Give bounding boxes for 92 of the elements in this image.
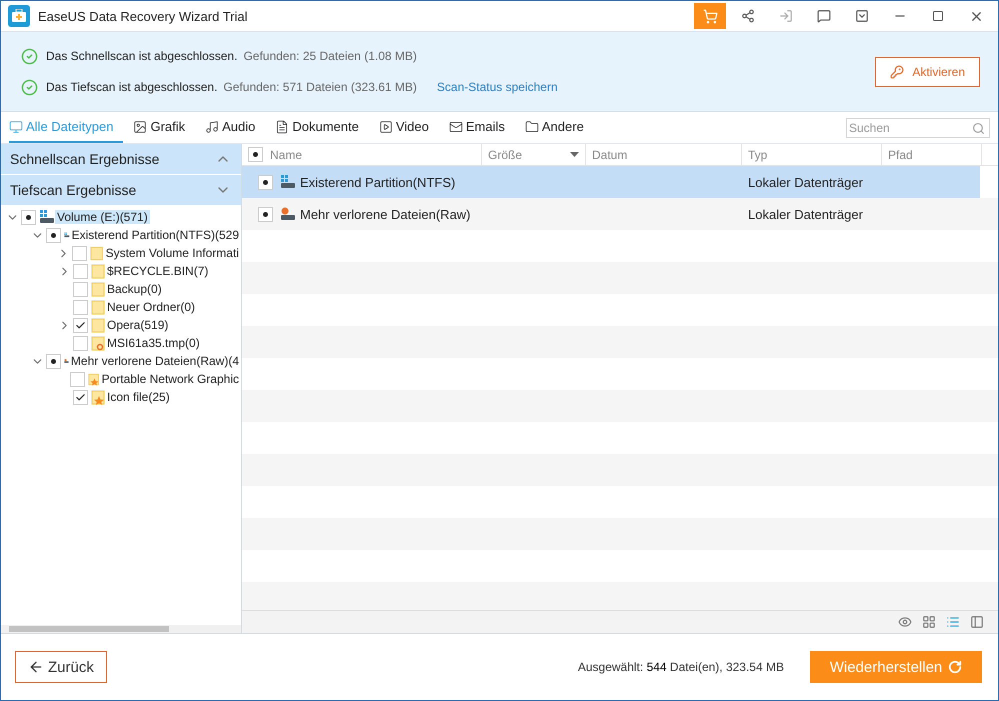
folder-icon	[91, 300, 105, 314]
checkmark-icon	[75, 320, 86, 330]
key-icon	[890, 64, 904, 78]
drive-icon	[39, 210, 55, 224]
filter-tab[interactable]: Emails	[448, 112, 515, 143]
checkbox[interactable]	[46, 228, 61, 242]
starred-file-icon	[88, 372, 100, 386]
checkbox[interactable]	[73, 264, 88, 278]
filter-tab[interactable]: Video	[378, 112, 439, 143]
envelope-icon	[448, 120, 463, 134]
list-view-icon[interactable]	[946, 615, 960, 629]
document-icon	[275, 120, 290, 134]
grid-view-icon[interactable]	[922, 615, 936, 629]
filter-tab[interactable]: Audio	[205, 112, 266, 143]
share-icon[interactable]	[741, 9, 755, 23]
table-cell: Lokaler Datenträger	[748, 174, 863, 190]
folder-icon	[91, 264, 105, 278]
tree-item[interactable]: Neuer Ordner(0)	[105, 300, 198, 314]
checkbox[interactable]	[73, 282, 88, 296]
tree-item[interactable]: Portable Network Graphic	[100, 372, 241, 386]
checkbox[interactable]	[73, 318, 88, 332]
monitor-icon	[9, 120, 23, 134]
section-header[interactable]: Schnellscan Ergebnisse	[1, 144, 241, 175]
section-header[interactable]: Tiefscan Ergebnisse	[1, 175, 241, 206]
tree-item[interactable]: $RECYCLE.BIN(7)	[105, 264, 210, 278]
arrow-left-icon	[28, 659, 44, 675]
image-icon	[133, 120, 148, 134]
checkbox[interactable]	[73, 390, 88, 404]
window-title: EaseUS Data Recovery Wizard Trial	[38, 8, 249, 24]
tree-item[interactable]: MSI61a35.tmp(0)	[105, 336, 202, 350]
refresh-icon	[948, 660, 962, 674]
cart-icon	[702, 8, 718, 24]
scan-result: Gefunden: 25 Dateien (1.08 MB)	[243, 49, 417, 63]
tree-item[interactable]: Icon file(25)	[105, 390, 172, 404]
check-circle-icon	[21, 48, 38, 64]
tree-item[interactable]: Existerend Partition(NTFS)(529	[70, 228, 241, 242]
file-icon	[91, 336, 105, 350]
lost-drive-icon	[280, 207, 296, 221]
folder-icon	[524, 120, 539, 134]
column-header[interactable]: Größe	[482, 144, 586, 165]
folder-icon	[91, 318, 105, 332]
search-field[interactable]: Suchen	[846, 118, 990, 138]
checkbox[interactable]	[258, 174, 273, 190]
save-status-link[interactable]: Scan-Status speichern	[436, 80, 558, 94]
scan-message: Das Schnellscan ist abgeschlossen.	[46, 49, 238, 63]
tree-item[interactable]: Opera(519)	[105, 318, 170, 332]
search-icon	[972, 122, 985, 134]
scan-result: Gefunden: 571 Dateien (323.61 MB)	[223, 80, 417, 94]
checkbox[interactable]	[73, 300, 88, 314]
music-note-icon	[205, 120, 220, 134]
back-button[interactable]: Zurück	[15, 651, 107, 683]
folder-icon	[91, 282, 105, 296]
column-header[interactable]: Name	[242, 144, 482, 165]
table-row[interactable]: Mehr verlorene Dateien(Raw) Lokaler Datenträger	[242, 198, 980, 230]
selection-summary: Ausgewählt: 544 Datei(en), 323.54 MB	[578, 660, 784, 674]
checkbox[interactable]	[72, 246, 88, 260]
details-view-icon[interactable]	[970, 615, 984, 629]
checkmark-icon	[75, 392, 86, 402]
column-header[interactable]: Datum	[586, 144, 742, 165]
section-title: Tiefscan Ergebnisse	[10, 182, 136, 198]
preview-icon[interactable]	[898, 615, 912, 629]
table-cell: Existerend Partition(NTFS)	[300, 174, 456, 190]
folder-icon	[90, 246, 104, 260]
horizontal-scrollbar[interactable]	[1, 625, 241, 633]
checkbox[interactable]	[248, 147, 263, 162]
speech-bubble-icon[interactable]	[817, 9, 831, 23]
column-header[interactable]: Typ	[742, 144, 882, 165]
scan-message: Das Tiefscan ist abgeschlossen.	[46, 80, 218, 94]
column-header[interactable]: Pfad	[882, 144, 982, 165]
tree-item[interactable]: Backup(0)	[105, 282, 164, 296]
check-circle-icon	[21, 78, 38, 96]
checkbox[interactable]	[258, 206, 273, 222]
filter-tab[interactable]: Dokumente	[275, 112, 369, 143]
filter-tab[interactable]: Andere	[524, 112, 594, 143]
maximize-icon[interactable]	[932, 10, 944, 22]
starred-file-icon	[91, 390, 105, 404]
checkbox[interactable]	[73, 336, 88, 350]
play-icon	[378, 120, 393, 134]
drive-icon	[280, 175, 296, 189]
section-title: Schnellscan Ergebnisse	[10, 151, 160, 167]
dropdown-icon[interactable]	[855, 9, 869, 23]
tree-item[interactable]: System Volume Informati	[104, 246, 241, 260]
checkbox[interactable]	[70, 372, 86, 386]
app-logo-icon	[8, 5, 30, 27]
tree-item[interactable]: Mehr verlorene Dateien(Raw)(4	[68, 354, 241, 368]
checkbox[interactable]	[46, 354, 61, 368]
tree-item[interactable]: Volume (E:)(571)	[55, 210, 150, 224]
table-row[interactable]: Existerend Partition(NTFS) Lokaler Datenträger	[242, 166, 980, 198]
checkbox[interactable]	[21, 210, 36, 224]
table-cell: Lokaler Datenträger	[748, 206, 863, 222]
filter-tab[interactable]: Grafik	[133, 112, 196, 143]
table-cell: Mehr verlorene Dateien(Raw)	[300, 206, 471, 222]
